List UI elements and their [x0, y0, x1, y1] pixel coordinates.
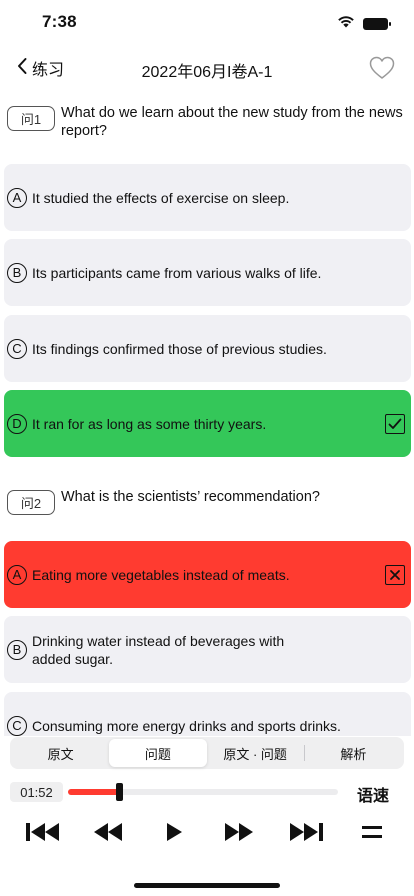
- play-button[interactable]: [164, 820, 184, 848]
- option-c[interactable]: C Its findings confirmed those of previo…: [4, 315, 411, 382]
- tab-analysis[interactable]: 解析: [305, 739, 402, 767]
- fast-forward-icon: [223, 821, 255, 848]
- option-letter: B: [7, 262, 27, 283]
- tab-original[interactable]: 原文: [12, 739, 109, 767]
- question-badge: 问2: [7, 490, 55, 515]
- nav-bar: 练习 2022年06月I卷A-1: [0, 46, 414, 90]
- progress-fill: [68, 789, 119, 795]
- option-letter: A: [7, 187, 27, 208]
- skip-to-end-button[interactable]: [288, 820, 324, 848]
- cross-icon: [385, 564, 405, 585]
- rewind-button[interactable]: [92, 820, 124, 848]
- option-letter: D: [7, 413, 27, 434]
- option-text: Drinking water instead of beverages with…: [32, 632, 285, 667]
- wifi-icon: [337, 15, 355, 33]
- option-a[interactable]: A It studied the effects of exercise on …: [4, 164, 411, 231]
- tab-questions[interactable]: 问题: [109, 739, 207, 767]
- playback-controls: [0, 820, 414, 848]
- option-letter: B: [7, 639, 27, 660]
- current-time: 01:52: [10, 782, 63, 802]
- view-mode-tabs: 原文 问题 原文 · 问题 解析: [10, 737, 404, 769]
- status-time: 7:38: [42, 12, 77, 31]
- favorite-button[interactable]: [368, 54, 396, 82]
- status-icons: [337, 15, 391, 33]
- option-a-wrong[interactable]: A Eating more vegetables instead of meat…: [4, 541, 411, 608]
- page-title: 2022年06月I卷A-1: [141, 64, 273, 81]
- option-text: It ran for as long as some thirty years.: [32, 415, 267, 432]
- question-text: What is the scientists’ recommendation?: [61, 489, 320, 505]
- option-b[interactable]: B Drinking water instead of beverages wi…: [4, 616, 411, 683]
- option-text: Its findings confirmed those of previous…: [32, 340, 327, 357]
- option-text: Consuming more energy drinks and sports …: [32, 717, 341, 734]
- progress-slider[interactable]: [68, 783, 338, 801]
- option-text: Eating more vegetables instead of meats.: [32, 566, 290, 583]
- menu-button[interactable]: [361, 820, 383, 848]
- option-d-correct[interactable]: D It ran for as long as some thirty year…: [4, 390, 411, 457]
- question-badge: 问1: [7, 106, 55, 131]
- option-letter: A: [7, 564, 27, 585]
- question-header: 问1 What do we learn about the new study …: [7, 104, 407, 140]
- option-text: It studied the effects of exercise on sl…: [32, 189, 290, 206]
- rewind-icon: [92, 821, 124, 848]
- skip-to-start-button[interactable]: [25, 820, 61, 848]
- status-bar: 7:38: [0, 0, 414, 46]
- checkmark-icon: [385, 413, 405, 434]
- battery-icon: [363, 18, 391, 30]
- progress-thumb[interactable]: [116, 783, 123, 801]
- equals-menu-icon: [361, 824, 383, 845]
- option-letter: C: [7, 338, 27, 359]
- question-text: What do we learn about the new study fro…: [61, 105, 403, 139]
- heart-icon: [368, 56, 396, 86]
- play-icon: [164, 821, 184, 848]
- question-list[interactable]: 问1 What do we learn about the new study …: [0, 100, 414, 736]
- tab-original-questions[interactable]: 原文 · 问题: [207, 739, 304, 767]
- option-c[interactable]: C Consuming more energy drinks and sport…: [4, 692, 411, 736]
- option-letter: C: [7, 715, 27, 736]
- skip-forward-icon: [288, 821, 324, 848]
- fast-forward-button[interactable]: [223, 820, 255, 848]
- home-indicator: [134, 883, 280, 888]
- question-header: 问2 What is the scientists’ recommendatio…: [7, 488, 407, 515]
- option-text: Its participants came from various walks…: [32, 264, 322, 281]
- speed-button[interactable]: 语速: [357, 782, 389, 806]
- option-b[interactable]: B Its participants came from various wal…: [4, 239, 411, 306]
- skip-back-icon: [25, 821, 61, 848]
